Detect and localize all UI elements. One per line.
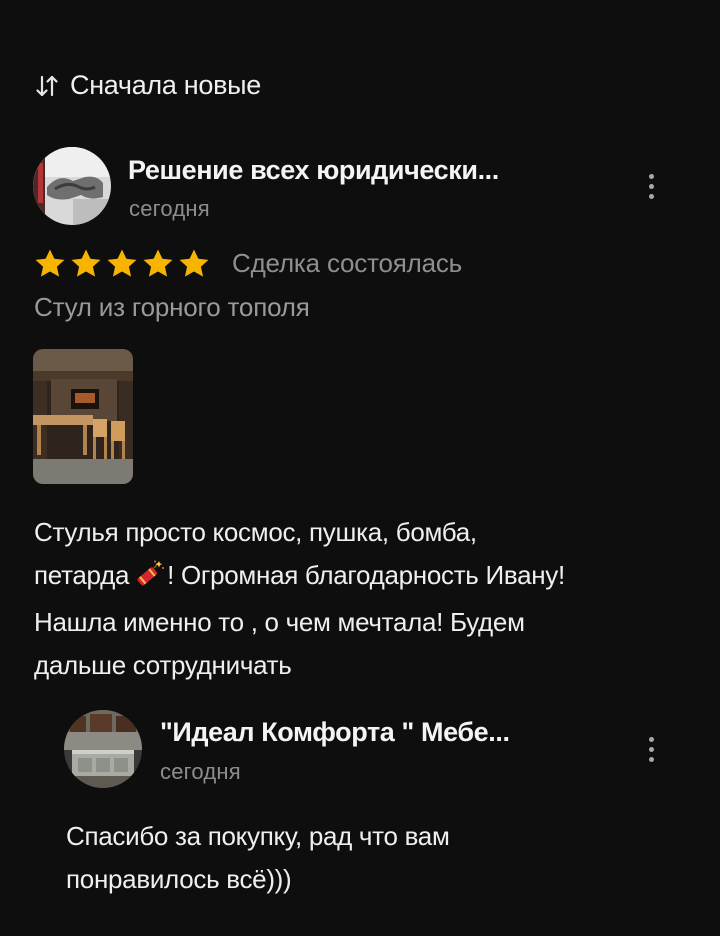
seller-name[interactable]: "Идеал Комфорта " Мебе... <box>160 717 510 748</box>
review-text-line: Стулья просто космос, пушка, бомба, <box>34 517 477 547</box>
sort-button[interactable]: Сначала новые <box>34 70 261 101</box>
review-text-line: петарда! Огромная благодарность Ивану! <box>34 554 704 601</box>
firecracker-icon <box>133 558 165 601</box>
product-name[interactable]: Стул из горного тополя <box>34 292 310 323</box>
author-name[interactable]: Решение всех юридически... <box>128 155 499 186</box>
reply-text-line: Спасибо за покупку, рад что вам <box>66 821 450 851</box>
seller-avatar[interactable] <box>64 710 142 788</box>
review-photo[interactable] <box>33 349 133 484</box>
star-icon <box>35 249 65 277</box>
reply-menu-button[interactable] <box>642 731 660 767</box>
reply-text-line: понравилось всё))) <box>66 864 292 894</box>
reply-text: Спасибо за покупку, рад что вам понравил… <box>66 815 626 901</box>
sort-label: Сначала новые <box>70 70 261 100</box>
rating-stars <box>33 247 211 281</box>
review-date: сегодня <box>129 196 210 221</box>
star-icon <box>71 249 101 277</box>
deal-status: Сделка состоялась <box>232 248 463 278</box>
review-text: Стулья просто космос, пушка, бомба, пета… <box>34 511 704 687</box>
review-menu-button[interactable] <box>642 168 660 204</box>
reply-date: сегодня <box>160 759 241 784</box>
star-icon <box>107 249 137 277</box>
star-icon <box>179 249 209 277</box>
sort-arrows-icon <box>34 74 60 98</box>
review-text-line: Нашла именно то , о чем мечтала! Будем <box>34 607 525 637</box>
author-avatar[interactable] <box>33 147 111 225</box>
review-text-line: дальше сотрудничать <box>34 650 292 680</box>
star-icon <box>143 249 173 277</box>
